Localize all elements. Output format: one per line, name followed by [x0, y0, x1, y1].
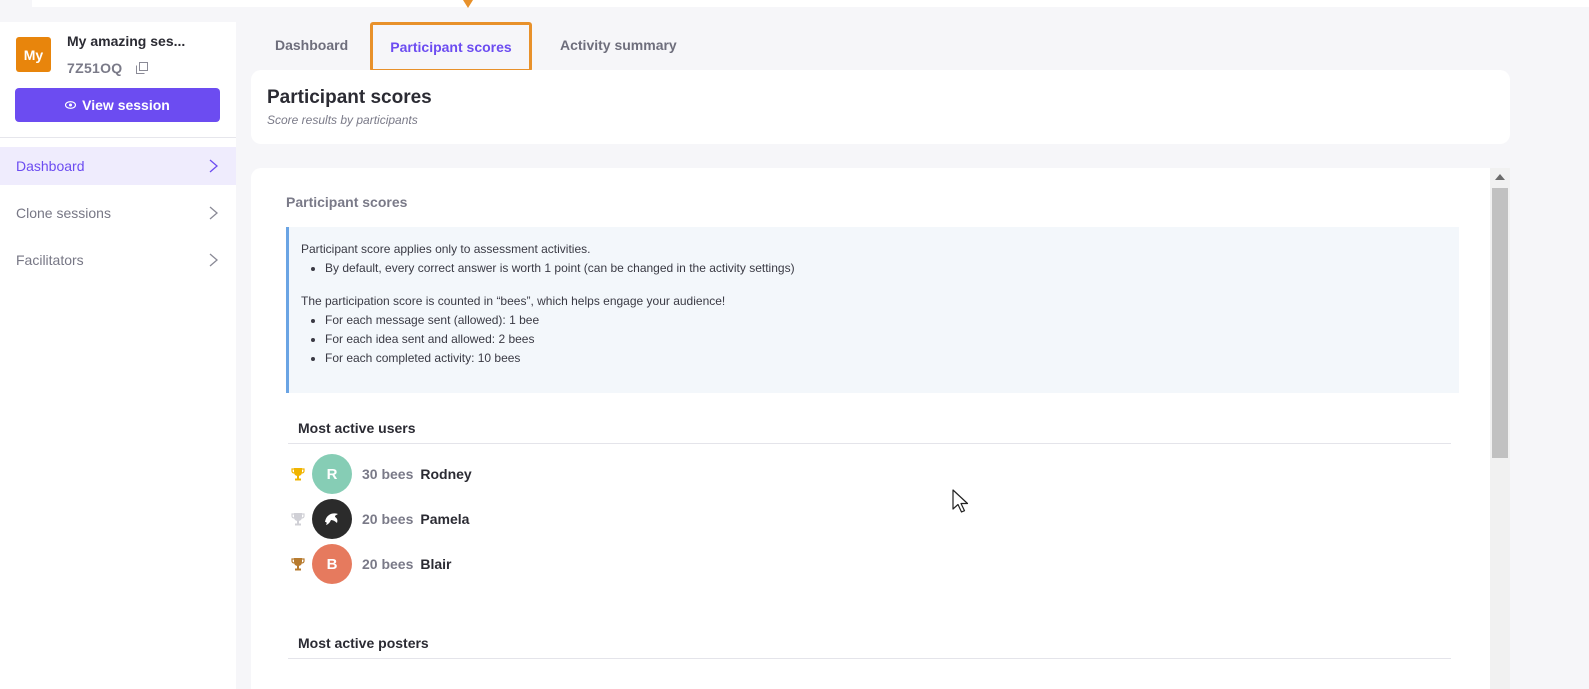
info-list-item: For each completed activity: 10 bees: [325, 349, 1459, 368]
trophy-bronze-icon: [291, 558, 305, 571]
most-active-users-title: Most active users: [298, 420, 416, 436]
dolphin-icon: [325, 513, 338, 525]
session-code: 7Z51OQ: [67, 60, 123, 76]
sidebar-item-label: Dashboard: [16, 158, 85, 174]
divider: [288, 443, 1451, 444]
info-list: For each message sent (allowed): 1 bee F…: [301, 311, 1459, 368]
avatar: [312, 499, 352, 539]
chevron-right-icon: [209, 253, 218, 267]
scroll-up-arrow-icon[interactable]: [1495, 174, 1505, 180]
avatar: B: [312, 544, 352, 584]
view-session-button[interactable]: View session: [15, 88, 220, 122]
page-subtitle: Score results by participants: [267, 113, 418, 127]
sidebar: My My amazing ses... 7Z51OQ View session…: [0, 22, 236, 689]
user-row: B 20 bees Blair: [291, 544, 452, 584]
mouse-cursor-icon: [952, 489, 969, 513]
tab-dashboard[interactable]: Dashboard: [275, 22, 348, 72]
chevron-right-icon: [209, 159, 218, 173]
sidebar-item-facilitators[interactable]: Facilitators: [0, 241, 236, 279]
divider: [288, 658, 1451, 659]
info-list-item: For each idea sent and allowed: 2 bees: [325, 330, 1459, 349]
session-avatar: My: [16, 37, 51, 72]
tab-activity-summary[interactable]: Activity summary: [560, 22, 677, 72]
session-name: My amazing ses...: [67, 33, 186, 49]
user-name: Pamela: [420, 511, 470, 527]
info-list-item: By default, every correct answer is wort…: [325, 259, 1459, 278]
info-list: By default, every correct answer is wort…: [301, 259, 1459, 278]
info-text: Participant score applies only to assess…: [301, 242, 591, 256]
info-list-item: For each message sent (allowed): 1 bee: [325, 311, 1459, 330]
user-row: R 30 bees Rodney: [291, 454, 472, 494]
copy-icon[interactable]: [136, 62, 148, 74]
chevron-right-icon: [209, 206, 218, 220]
tour-pointer-arrow: [463, 0, 473, 8]
trophy-gold-icon: [291, 468, 305, 481]
avatar: R: [312, 454, 352, 494]
trophy-silver-icon: [291, 513, 305, 526]
most-active-posters-title: Most active posters: [298, 635, 429, 651]
view-session-label: View session: [82, 97, 170, 113]
bees-count: 20 bees: [362, 556, 414, 572]
page-header-card: Participant scores Score results by part…: [251, 70, 1510, 144]
scrollbar[interactable]: [1490, 168, 1510, 689]
sidebar-item-label: Facilitators: [16, 252, 84, 268]
bees-count: 30 bees: [362, 466, 414, 482]
info-text: The participation score is counted in “b…: [301, 294, 726, 308]
eye-icon: [65, 101, 77, 109]
sidebar-item-label: Clone sessions: [16, 205, 111, 221]
scrollbar-thumb[interactable]: [1492, 188, 1508, 458]
user-row: 20 bees Pamela: [291, 499, 469, 539]
user-name: Blair: [420, 556, 452, 572]
sidebar-item-clone-sessions[interactable]: Clone sessions: [0, 194, 236, 232]
participant-scores-card: Participant scores Participant score app…: [251, 168, 1510, 689]
tab-participant-scores[interactable]: Participant scores: [370, 22, 532, 72]
bees-count: 20 bees: [362, 511, 414, 527]
session-header: My My amazing ses... 7Z51OQ View session: [0, 22, 236, 138]
user-name: Rodney: [420, 466, 472, 482]
sidebar-item-dashboard[interactable]: Dashboard: [0, 147, 236, 185]
section-label: Participant scores: [286, 194, 408, 210]
score-info-box: Participant score applies only to assess…: [286, 227, 1459, 393]
page-title: Participant scores: [267, 87, 432, 108]
top-bar: [32, 0, 1589, 7]
